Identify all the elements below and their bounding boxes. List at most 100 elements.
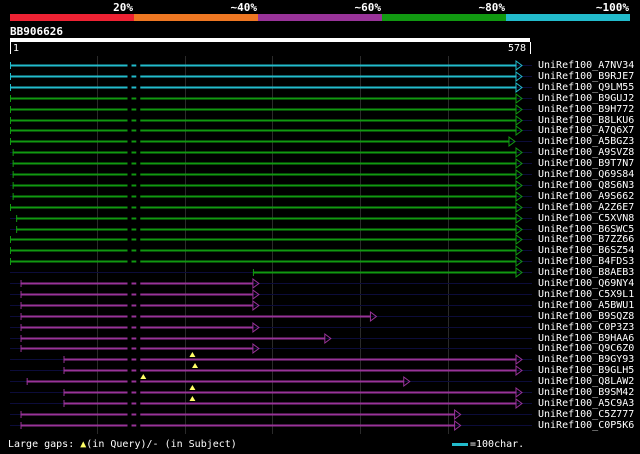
alignment-hit[interactable]: [10, 213, 532, 224]
hit-name[interactable]: UniRef100_C0P5K6: [538, 420, 634, 431]
hit-break: [136, 217, 141, 220]
alignment-hit[interactable]: [10, 60, 532, 71]
alignment-hit[interactable]: [10, 288, 532, 301]
alignment-hit[interactable]: [10, 256, 532, 267]
hit-break: [127, 391, 132, 394]
hit-break: [136, 249, 141, 252]
hit-name[interactable]: UniRef100_B9H772: [538, 104, 634, 115]
alignment-hit[interactable]: [10, 409, 532, 420]
alignment-hit[interactable]: [10, 277, 532, 290]
query-gap-marker-icon: [140, 374, 147, 379]
alignment-hit[interactable]: [10, 71, 532, 82]
hit-break: [127, 217, 132, 220]
hit-name[interactable]: UniRef100_B9GLH5: [538, 365, 634, 376]
alignment-hit[interactable]: [10, 180, 532, 191]
hit-break: [127, 151, 132, 154]
query-gap-marker-icon: [189, 352, 196, 357]
alignment-hit[interactable]: [10, 374, 532, 387]
hit-name[interactable]: UniRef100_B9T7N7: [538, 158, 634, 169]
hit-name[interactable]: UniRef100_C5Z777: [538, 409, 634, 420]
alignment-hit[interactable]: [10, 311, 532, 322]
alignment-hit[interactable]: [10, 385, 532, 398]
hit-name[interactable]: UniRef100_Q69S84: [538, 169, 634, 180]
hit-break: [136, 97, 141, 100]
alignment-hit[interactable]: [10, 202, 532, 213]
hit-break: [127, 228, 132, 231]
hit-break: [127, 238, 132, 241]
alignment-hit[interactable]: [10, 299, 532, 312]
alignment-hit[interactable]: [10, 82, 532, 93]
alignment-hit[interactable]: [10, 158, 532, 169]
query-gap-marker-icon: [189, 396, 196, 401]
hit-name[interactable]: UniRef100_B9SQZ8: [538, 311, 634, 322]
alignment-hit[interactable]: [10, 115, 532, 126]
alignment-hit[interactable]: [10, 420, 532, 431]
hit-name[interactable]: UniRef100_B9GUJ2: [538, 93, 634, 104]
hit-name[interactable]: UniRef100_A2Z6E7: [538, 202, 634, 213]
alignment-hit[interactable]: [10, 125, 532, 136]
alignment-hit[interactable]: [10, 321, 532, 334]
alignment-hit[interactable]: [10, 224, 532, 235]
hit-name[interactable]: UniRef100_C5X9L1: [538, 289, 634, 300]
hit-name[interactable]: UniRef100_A5C9A3: [538, 398, 634, 409]
alignment-hit[interactable]: [10, 363, 532, 376]
hit-name[interactable]: UniRef100_C5XVN8: [538, 213, 634, 224]
hit-name[interactable]: UniRef100_Q9LM55: [538, 82, 634, 93]
alignment-hit[interactable]: [10, 245, 532, 256]
hit-name[interactable]: UniRef100_B8AEB3: [538, 267, 634, 278]
hit-name[interactable]: UniRef100_Q8S6N3: [538, 180, 634, 191]
hit-break: [127, 293, 132, 296]
hit-break: [127, 358, 132, 361]
alignment-hit[interactable]: [10, 267, 532, 278]
alignment-hit[interactable]: [10, 93, 532, 104]
alignment-hit[interactable]: [10, 104, 532, 115]
hit-name[interactable]: UniRef100_B9SM42: [538, 387, 634, 398]
hit-name[interactable]: UniRef100_Q9C6Z0: [538, 343, 634, 354]
hit-break: [127, 315, 132, 318]
hit-break: [127, 347, 132, 350]
alignment-hit[interactable]: [10, 147, 532, 158]
hit-name[interactable]: UniRef100_B6SZ54: [538, 245, 634, 256]
hit-name[interactable]: UniRef100_B9RJE7: [538, 71, 634, 82]
alignment-hit[interactable]: [10, 169, 532, 180]
hit-name[interactable]: UniRef100_Q8LAW2: [538, 376, 634, 387]
large-gaps-legend: Large gaps: ▲(in Query)/- (in Subject): [8, 439, 237, 450]
hit-break: [127, 108, 132, 111]
hit-break: [136, 119, 141, 122]
legend-query-text: (in Query)/: [86, 439, 153, 450]
query-gap-marker-icon: [189, 385, 196, 390]
hit-name[interactable]: UniRef100_A7NV34: [538, 60, 634, 71]
hit-break: [127, 326, 132, 329]
alignment-hit[interactable]: [10, 333, 532, 344]
hit-break: [136, 228, 141, 231]
hit-break: [127, 402, 132, 405]
hit-name[interactable]: UniRef100_A5BGZ3: [538, 136, 634, 147]
hit-name[interactable]: UniRef100_B7ZZ66: [538, 234, 634, 245]
hit-name[interactable]: UniRef100_B9GY93: [538, 354, 634, 365]
hit-name[interactable]: UniRef100_B4FDS3: [538, 256, 634, 267]
hit-break: [136, 347, 141, 350]
hit-name[interactable]: UniRef100_A7Q6X7: [538, 125, 634, 136]
legend-subject-text: (in Subject): [158, 439, 237, 450]
query-gap-marker-icon: [192, 363, 199, 368]
hit-break: [136, 151, 141, 154]
hit-break: [136, 238, 141, 241]
alignment-hit[interactable]: [10, 191, 532, 202]
alignment-hit[interactable]: [10, 234, 532, 245]
hit-break: [136, 391, 141, 394]
alignment-hit[interactable]: [10, 396, 532, 409]
hit-name[interactable]: UniRef100_A5BWU1: [538, 300, 634, 311]
hit-break: [136, 64, 141, 67]
hit-break: [127, 75, 132, 78]
hit-break: [127, 249, 132, 252]
alignment-hit[interactable]: [10, 342, 532, 355]
alignment-hit[interactable]: [10, 352, 532, 365]
hit-name[interactable]: UniRef100_C0P3Z3: [538, 322, 634, 333]
hit-name[interactable]: UniRef100_Q69NY4: [538, 278, 634, 289]
alignment-hit[interactable]: [10, 135, 532, 148]
hit-break: [127, 282, 132, 285]
hit-break: [136, 184, 141, 187]
hit-break: [127, 304, 132, 307]
hit-name[interactable]: UniRef100_A9S662: [538, 191, 634, 202]
hit-name[interactable]: UniRef100_A9SVZ8: [538, 147, 634, 158]
